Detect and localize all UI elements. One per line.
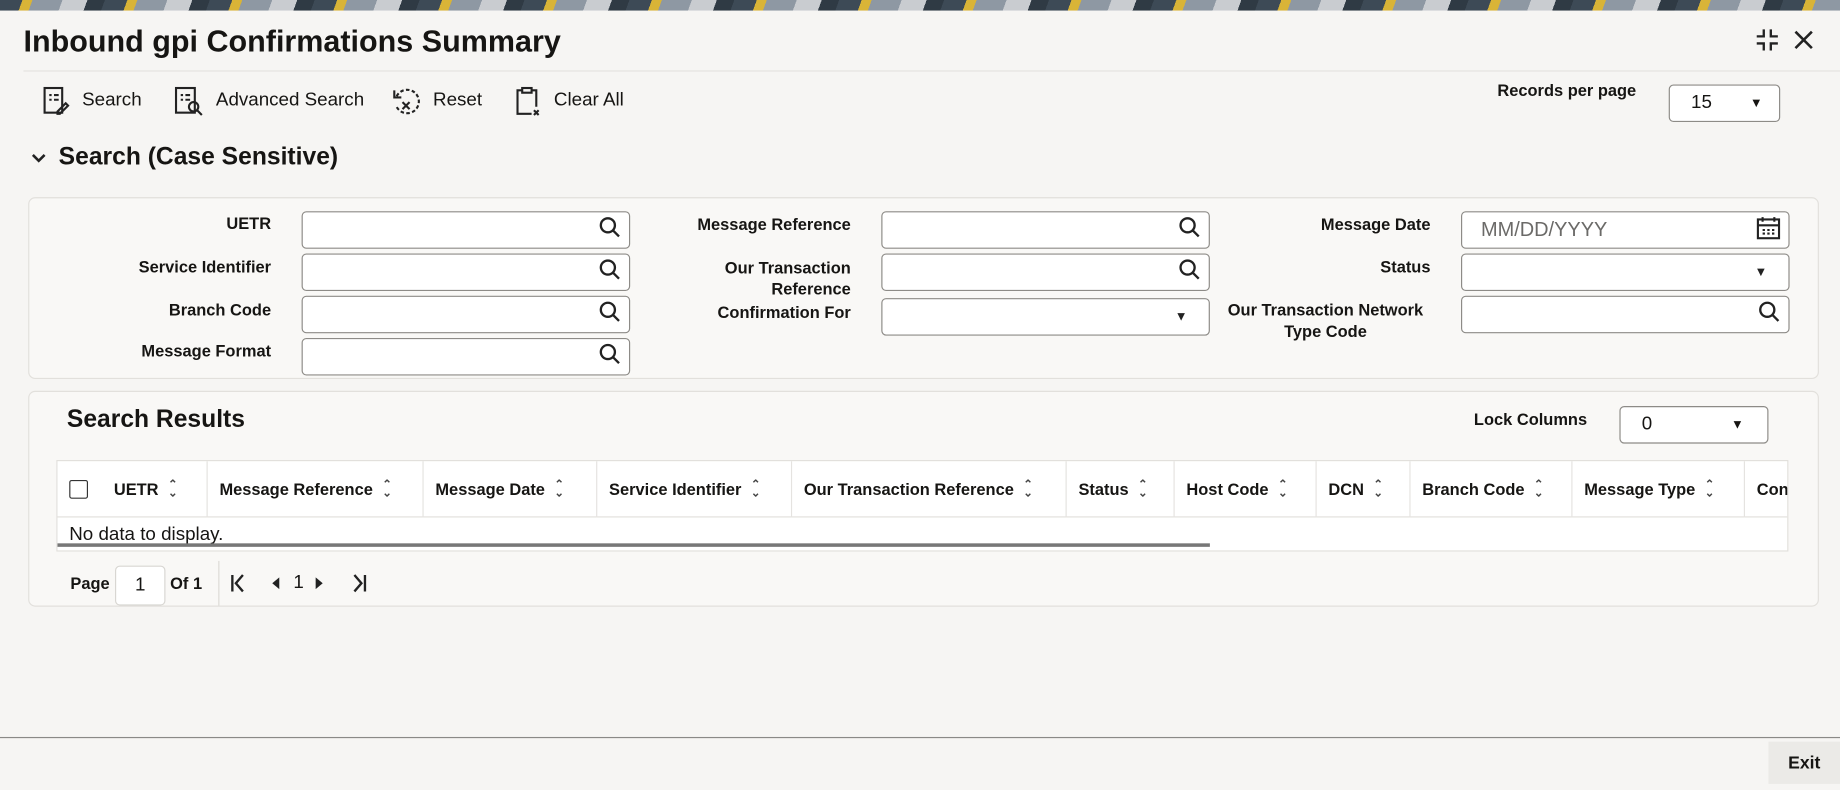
lock-columns-label: Lock Columns [1473,409,1588,429]
status-select[interactable]: ▼ [1461,253,1790,292]
message-format-input[interactable] [301,337,631,376]
page-count: Of 1 [170,573,203,593]
network-type-code-label: Our Transaction Network Type Code [1227,300,1424,341]
advanced-search-button[interactable]: Advanced Search [174,84,364,117]
search-icon[interactable] [1178,215,1201,244]
page-input[interactable]: 1 [115,565,166,606]
sort-icon[interactable]: ⌃ ⌄ [1023,479,1033,499]
records-per-page-select[interactable]: 15 ▼ [1668,84,1781,123]
sort-icon[interactable]: ⌃ ⌄ [1534,479,1544,499]
search-icon[interactable] [598,342,621,371]
search-button[interactable]: Search [42,84,142,117]
message-date-label: Message Date [1320,214,1431,234]
column-header[interactable]: Our Transaction Reference ⌃ ⌄ [792,461,1067,518]
first-page-icon[interactable] [229,573,248,600]
calendar-icon[interactable] [1756,214,1782,246]
sort-icon[interactable]: ⌃ ⌄ [1373,479,1383,499]
last-page-icon[interactable] [350,573,369,600]
header-banner [0,0,1840,11]
select-all-checkbox[interactable] [58,461,103,517]
exit-button[interactable]: Exit [1768,741,1840,784]
column-header[interactable]: DCN ⌃ ⌄ [1317,461,1411,518]
column-header[interactable]: Status ⌃ ⌄ [1067,461,1175,518]
column-header[interactable]: Branch Code ⌃ ⌄ [1411,461,1573,518]
message-date-input[interactable]: MM/DD/YYYY [1461,211,1790,249]
column-header[interactable]: Message Reference ⌃ ⌄ [208,461,424,518]
uetr-input[interactable] [301,211,631,249]
results-table: UETR ⌃ ⌄ Message Reference ⌃ ⌄ Message Date ⌃ ⌄ S… [56,460,1789,552]
message-format-label: Message Format [141,341,272,361]
caret-down-icon: ▼ [1749,96,1763,111]
horizontal-scrollbar[interactable] [57,543,1210,547]
minimize-icon[interactable] [1753,26,1781,54]
status-label: Status [1380,256,1431,276]
next-page-icon[interactable] [314,573,326,600]
service-identifier-label: Service Identifier [138,256,272,276]
reset-button[interactable]: Reset [391,84,482,117]
current-page[interactable]: 1 [293,573,303,594]
message-reference-input[interactable] [881,211,1210,249]
results-title: Search Results [66,406,245,434]
column-header[interactable]: Host Code ⌃ ⌄ [1175,461,1317,518]
sort-icon[interactable]: ⌃ ⌄ [1278,479,1288,499]
lock-columns-select[interactable]: 0 ▼ [1619,406,1769,444]
message-reference-label: Message Reference [697,214,851,234]
search-form-icon [42,86,70,117]
page-title: Inbound gpi Confirmations Summary [23,23,561,59]
page-label: Page [70,573,110,593]
column-header[interactable]: Message Date ⌃ ⌄ [424,461,598,518]
caret-down-icon: ▼ [1174,309,1188,324]
search-icon[interactable] [1178,258,1201,287]
sort-icon[interactable]: ⌃ ⌄ [751,479,761,499]
sort-icon[interactable]: ⌃ ⌄ [168,479,178,499]
search-icon[interactable] [598,215,621,244]
search-section-toggle[interactable]: Search (Case Sensitive) [31,143,339,171]
search-icon[interactable] [1758,300,1781,329]
chevron-down-icon [31,143,47,171]
confirmation-for-select[interactable]: ▼ [881,298,1210,336]
uetr-label: UETR [226,213,272,233]
our-transaction-reference-label: Our Transaction Reference [724,258,851,299]
advanced-search-icon [174,86,205,117]
reset-icon [391,86,422,117]
search-icon[interactable] [598,300,621,329]
caret-down-icon: ▼ [1754,265,1768,280]
column-header[interactable]: Message Type ⌃ ⌄ [1572,461,1745,518]
confirmation-for-label: Confirmation For [717,302,851,322]
table-header: UETR ⌃ ⌄ Message Reference ⌃ ⌄ Message Date ⌃ ⌄ S… [57,461,1788,518]
column-header[interactable]: UETR ⌃ ⌄ [102,461,208,518]
sort-icon[interactable]: ⌃ ⌄ [554,479,564,499]
prev-page-icon[interactable] [269,573,281,600]
footer-divider [0,736,1840,739]
network-type-code-input[interactable] [1461,295,1790,334]
search-icon[interactable] [598,258,621,287]
divider [23,70,1840,72]
records-per-page-label: Records per page [1497,80,1637,100]
sort-icon[interactable]: ⌃ ⌄ [1138,479,1148,499]
sort-icon[interactable]: ⌃ ⌄ [1705,479,1715,499]
close-icon[interactable] [1792,26,1818,54]
clear-all-button[interactable]: Clear All [514,84,624,117]
caret-down-icon: ▼ [1731,417,1744,432]
column-header[interactable]: Service Identifier ⌃ ⌄ [597,461,793,518]
sort-icon[interactable]: ⌃ ⌄ [382,479,392,499]
service-identifier-input[interactable] [301,253,631,292]
clipboard-clear-icon [514,86,542,117]
branch-code-label: Branch Code [168,300,272,320]
our-transaction-reference-input[interactable] [881,253,1210,292]
column-header[interactable]: Confirmation For⌃⌄ [1745,461,1788,517]
divider [218,560,220,606]
branch-code-input[interactable] [301,295,631,334]
